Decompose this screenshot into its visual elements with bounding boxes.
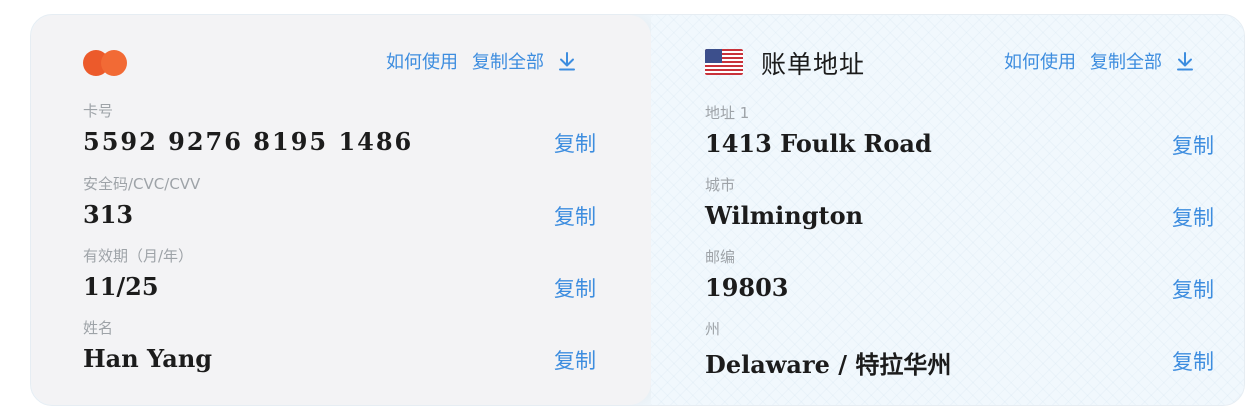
- cardholder-name-value: Han Yang: [83, 344, 213, 373]
- how-to-use-link[interactable]: 如何使用: [386, 48, 458, 74]
- copy-state-button[interactable]: 复制: [1172, 346, 1214, 376]
- state-label: 州: [705, 320, 721, 338]
- state-field: 州 Delaware / 特拉华州: [705, 319, 951, 380]
- address-line-value: 1413 Foulk Road: [705, 129, 932, 158]
- copy-city-button[interactable]: 复制: [1172, 202, 1214, 232]
- copy-expiry-button[interactable]: 复制: [554, 273, 596, 303]
- billing-address-title: 账单地址: [761, 50, 866, 79]
- billing-copy-all-button[interactable]: 复制全部: [1090, 48, 1162, 74]
- card-brand-logo: [83, 50, 129, 76]
- billing-how-to-use-link[interactable]: 如何使用: [1004, 48, 1076, 74]
- expiry-label: 有效期（月/年）: [83, 247, 194, 265]
- copy-all-button[interactable]: 复制全部: [472, 48, 544, 74]
- card-details-panel: 如何使用 复制全部 卡号 5592 9276 8195 1486 复制 安全码/…: [31, 15, 651, 405]
- card-number-field: 卡号 5592 9276 8195 1486: [83, 101, 413, 156]
- cvc-field: 安全码/CVC/CVV 313: [83, 174, 200, 229]
- billing-actions: 如何使用 复制全部: [1004, 48, 1194, 74]
- cardholder-name-label: 姓名: [83, 319, 114, 337]
- zip-label: 邮编: [705, 248, 736, 266]
- card-and-billing-panel: 如何使用 复制全部 卡号 5592 9276 8195 1486 复制 安全码/…: [30, 14, 1245, 406]
- expiry-field: 有效期（月/年） 11/25: [83, 246, 193, 301]
- cvc-value: 313: [83, 200, 134, 229]
- billing-address-panel: 账单地址 如何使用 复制全部 地址 1 1413 Foulk Road 复制 城…: [651, 15, 1244, 405]
- card-actions: 如何使用 复制全部: [386, 48, 576, 74]
- city-value: Wilmington: [705, 201, 864, 230]
- city-field: 城市 Wilmington: [705, 175, 863, 230]
- address-line-label: 地址 1: [705, 104, 750, 122]
- copy-address-button[interactable]: 复制: [1172, 130, 1214, 160]
- address-line-field: 地址 1 1413 Foulk Road: [705, 103, 932, 158]
- state-value: Delaware / 特拉华州: [705, 350, 952, 379]
- zip-field: 邮编 19803: [705, 247, 789, 302]
- copy-card-number-button[interactable]: 复制: [554, 128, 596, 158]
- card-number-value: 5592 9276 8195 1486: [83, 127, 414, 156]
- copy-zip-button[interactable]: 复制: [1172, 274, 1214, 304]
- city-label: 城市: [705, 176, 736, 194]
- billing-download-icon[interactable]: [1176, 50, 1194, 72]
- download-icon[interactable]: [558, 50, 576, 72]
- cvc-label: 安全码/CVC/CVV: [83, 175, 201, 193]
- card-number-label: 卡号: [83, 102, 114, 120]
- us-flag-icon: [705, 49, 743, 75]
- expiry-value: 11/25: [83, 272, 159, 301]
- cardholder-name-field: 姓名 Han Yang: [83, 318, 212, 373]
- copy-cvc-button[interactable]: 复制: [554, 201, 596, 231]
- zip-value: 19803: [705, 273, 789, 302]
- copy-name-button[interactable]: 复制: [554, 345, 596, 375]
